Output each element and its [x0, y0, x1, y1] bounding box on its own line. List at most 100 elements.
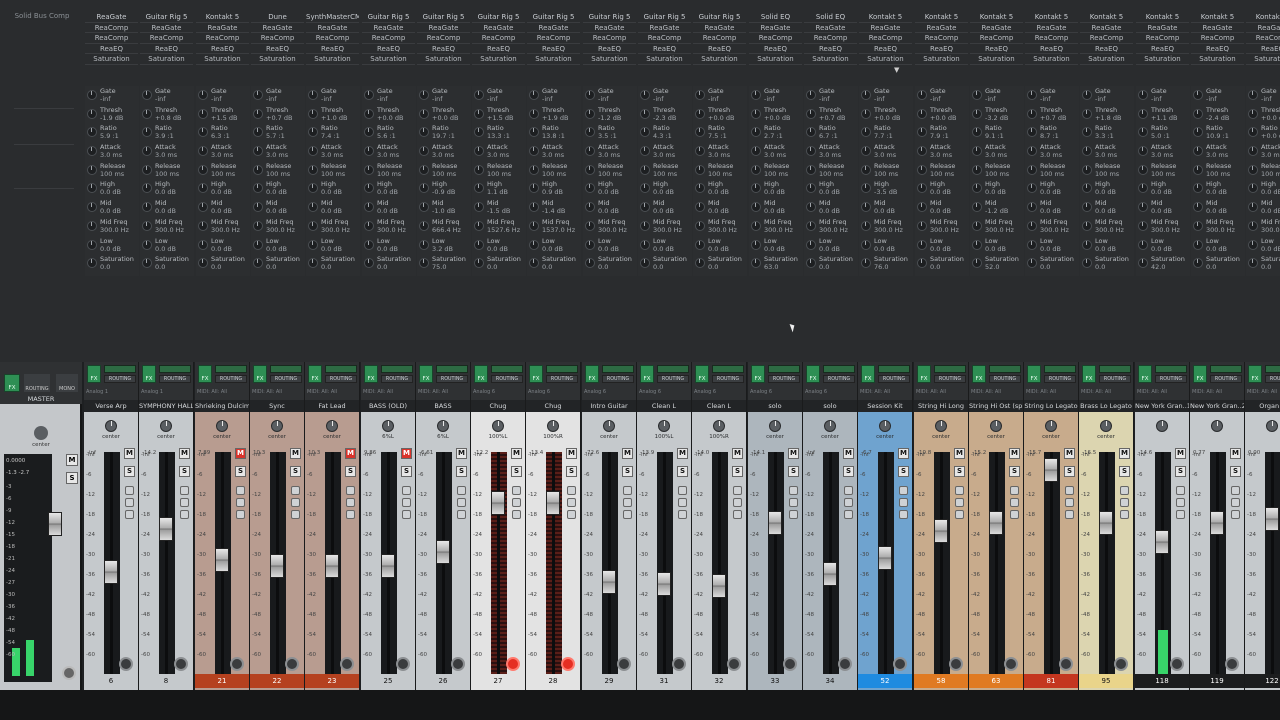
param-knob[interactable] — [474, 90, 484, 100]
volume-fader[interactable] — [768, 511, 782, 535]
fx-slot[interactable]: Saturation — [859, 54, 912, 65]
volume-fader[interactable] — [989, 511, 1003, 535]
solo-button[interactable]: S — [1119, 466, 1130, 477]
param-knob[interactable] — [1193, 146, 1203, 157]
param-knob[interactable] — [142, 202, 152, 213]
param-knob[interactable] — [253, 164, 263, 175]
master-fx-slot[interactable]: Solid Bus Comp — [4, 12, 80, 20]
input-select[interactable]: MIDI: All: All — [1192, 389, 1242, 397]
fx-slot[interactable]: ReaEQ — [693, 44, 746, 54]
param-knob[interactable] — [1027, 239, 1037, 250]
solo-button[interactable]: S — [401, 466, 412, 477]
pan-knob[interactable] — [935, 420, 947, 432]
fx-button[interactable]: FX — [253, 365, 267, 383]
pan-knob[interactable] — [879, 420, 891, 432]
param-knob[interactable] — [917, 239, 927, 250]
param-knob[interactable] — [364, 239, 374, 250]
param-knob[interactable] — [1082, 202, 1092, 213]
param-knob[interactable] — [474, 258, 484, 269]
param-knob[interactable] — [861, 239, 871, 250]
param-knob[interactable] — [474, 183, 484, 194]
param-knob[interactable] — [308, 90, 318, 100]
fx-slot[interactable]: ReaGate — [1191, 23, 1244, 33]
fx-button[interactable]: FX — [529, 365, 543, 383]
phase-fx-toggle-icon[interactable] — [623, 486, 632, 495]
record-arm-button[interactable] — [561, 657, 575, 671]
fx-slot[interactable]: ReaEQ — [1080, 44, 1133, 54]
param-knob[interactable] — [198, 108, 208, 119]
record-arm-button[interactable] — [451, 657, 465, 671]
param-knob[interactable] — [585, 220, 595, 231]
param-knob[interactable] — [917, 108, 927, 119]
fx-slot[interactable]: Saturation — [1025, 54, 1078, 65]
param-knob[interactable] — [861, 127, 871, 138]
param-knob[interactable] — [364, 183, 374, 194]
input-select[interactable]: Analog 1 — [86, 389, 136, 397]
param-knob[interactable] — [1027, 220, 1037, 231]
mute-button[interactable]: M — [954, 448, 965, 459]
mute-button[interactable]: M — [843, 448, 854, 459]
phase-fx-toggle-icon[interactable] — [899, 498, 908, 507]
param-knob[interactable] — [1138, 239, 1148, 250]
param-knob[interactable] — [1082, 146, 1092, 157]
param-knob[interactable] — [806, 220, 816, 231]
record-arm-button[interactable] — [838, 657, 852, 671]
param-knob[interactable] — [917, 258, 927, 269]
param-knob[interactable] — [419, 127, 429, 138]
volume-fader[interactable] — [270, 554, 284, 578]
fx-slot[interactable]: ReaComp — [859, 33, 912, 44]
volume-fader[interactable] — [1044, 458, 1058, 482]
fx-slot[interactable]: ReaComp — [85, 23, 138, 33]
phase-fx-toggle-icon[interactable] — [955, 486, 964, 495]
routing-button[interactable]: ROUTING — [270, 375, 302, 383]
fx-slot[interactable]: ReaGate — [306, 23, 359, 33]
track-name[interactable]: New York Gran..2 — [1190, 400, 1244, 412]
param-knob[interactable] — [751, 183, 761, 194]
routing-button[interactable]: ROUTING — [546, 375, 578, 383]
param-knob[interactable] — [474, 164, 484, 175]
routing-button[interactable]: ROUTING — [215, 375, 247, 383]
routing-button[interactable]: ROUTING — [104, 375, 136, 383]
param-knob[interactable] — [806, 258, 816, 269]
param-knob[interactable] — [1248, 164, 1258, 175]
param-knob[interactable] — [917, 164, 927, 175]
param-knob[interactable] — [1138, 146, 1148, 157]
fx-slot[interactable]: ReaGate — [749, 23, 802, 33]
fx-slot[interactable]: ReaEQ — [196, 44, 249, 54]
param-knob[interactable] — [1248, 127, 1258, 138]
track-name[interactable]: Clean L — [692, 400, 746, 412]
fx-button[interactable]: FX — [695, 365, 709, 383]
param-knob[interactable] — [751, 127, 761, 138]
fx-slot[interactable]: Kontakt 5 — [970, 12, 1023, 23]
input-select[interactable]: Analog 6 — [473, 389, 523, 397]
param-knob[interactable] — [1193, 108, 1203, 119]
fx-button[interactable]: FX — [1248, 365, 1262, 383]
param-knob[interactable] — [695, 127, 705, 138]
param-knob[interactable] — [695, 108, 705, 119]
record-arm-button[interactable] — [285, 657, 299, 671]
input-select[interactable]: MIDI: All: All — [971, 389, 1021, 397]
phase-fx-toggle-icon[interactable] — [789, 510, 798, 519]
phase-fx-toggle-icon[interactable] — [1176, 510, 1185, 519]
track-name[interactable]: Session Kit — [858, 400, 912, 412]
param-knob[interactable] — [585, 90, 595, 100]
param-knob[interactable] — [1138, 127, 1148, 138]
param-knob[interactable] — [529, 220, 539, 231]
param-knob[interactable] — [1193, 90, 1203, 100]
param-knob[interactable] — [917, 220, 927, 231]
param-knob[interactable] — [87, 90, 97, 100]
phase-fx-toggle-icon[interactable] — [1120, 486, 1129, 495]
pan-knob[interactable] — [1156, 420, 1168, 432]
phase-fx-toggle-icon[interactable] — [457, 498, 466, 507]
mute-button[interactable]: M — [1064, 448, 1075, 459]
phase-fx-toggle-icon[interactable] — [402, 486, 411, 495]
param-knob[interactable] — [695, 239, 705, 250]
fx-slot[interactable]: Solid EQ — [804, 12, 857, 23]
fx-slot[interactable]: ReaComp — [362, 33, 415, 44]
param-knob[interactable] — [695, 258, 705, 269]
fx-button[interactable]: FX — [751, 365, 765, 383]
phase-fx-toggle-icon[interactable] — [125, 510, 134, 519]
param-knob[interactable] — [972, 108, 982, 119]
param-knob[interactable] — [474, 108, 484, 119]
track-name[interactable]: String Lo Legato — [1024, 400, 1078, 412]
